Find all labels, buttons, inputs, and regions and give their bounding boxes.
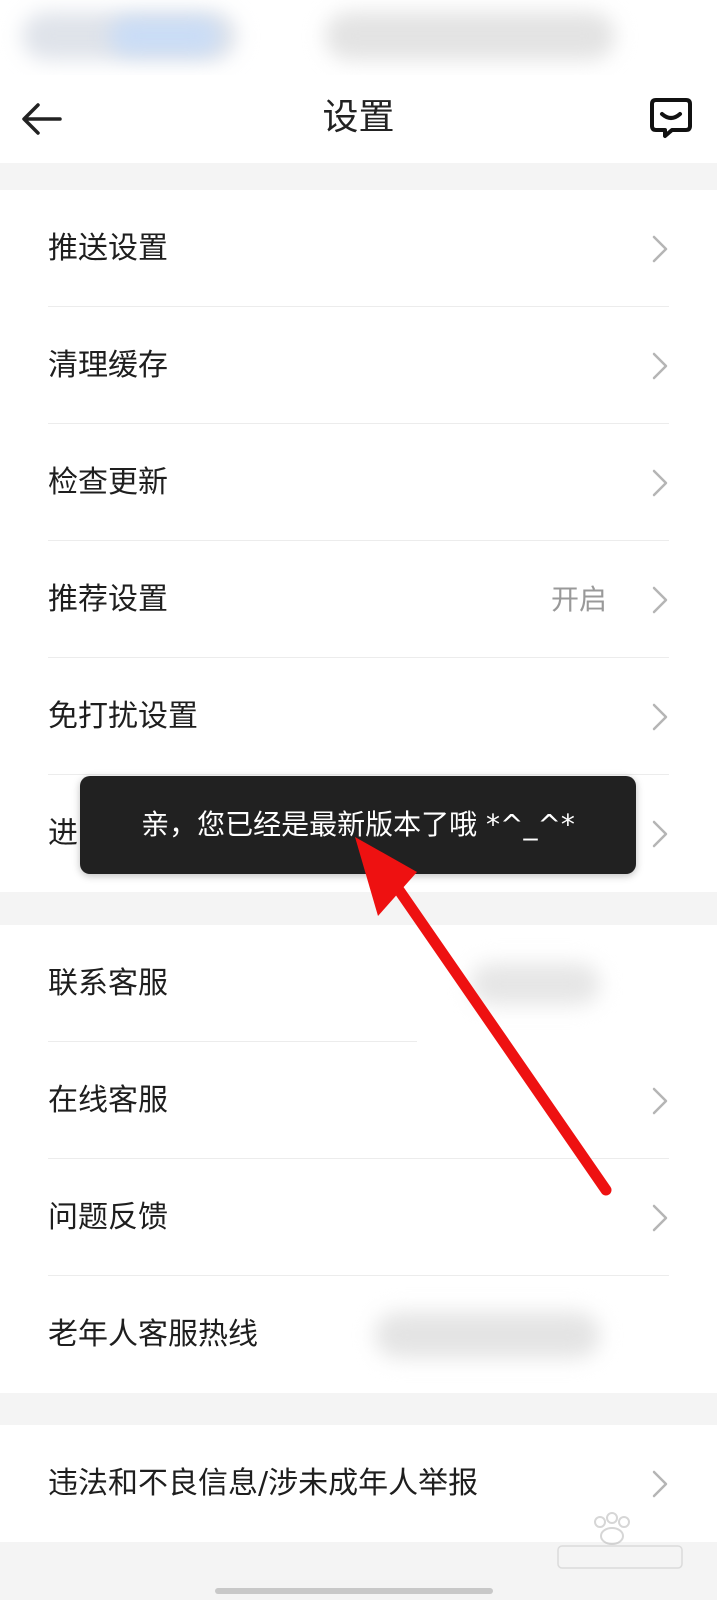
- chevron-right-icon: [652, 352, 668, 380]
- row-clear-cache[interactable]: 清理缓存: [0, 307, 717, 424]
- row-label: 违法和不良信息/涉未成年人举报: [48, 1466, 479, 1501]
- baidu-watermark-logo: [557, 1512, 683, 1569]
- row-label: 清理缓存: [48, 348, 168, 383]
- chevron-right-icon: [652, 820, 668, 848]
- row-label: 免打扰设置: [48, 699, 198, 734]
- chevron-right-icon: [652, 469, 668, 497]
- row-recommend-settings[interactable]: 推荐设置 开启: [0, 541, 717, 658]
- chevron-right-icon: [652, 1087, 668, 1115]
- chat-bubble-icon: [650, 98, 692, 138]
- row-value-status: 开启: [550, 583, 607, 616]
- page-title: 设置: [322, 97, 395, 138]
- chevron-right-icon: [652, 1204, 668, 1232]
- row-do-not-disturb[interactable]: 免打扰设置: [0, 658, 717, 775]
- navigation-bar: 设置: [0, 75, 717, 163]
- chevron-right-icon: [652, 235, 668, 263]
- row-feedback[interactable]: 问题反馈: [0, 1159, 717, 1276]
- toast-message: 亲，您已经是最新版本了哦 *^_^*: [80, 776, 636, 874]
- settings-group-support: 联系客服 在线客服 问题反馈 老年人客服热线: [0, 925, 717, 1393]
- row-online-service[interactable]: 在线客服: [0, 1042, 717, 1159]
- status-blur-right: [325, 12, 615, 60]
- chevron-right-icon: [652, 1470, 668, 1498]
- status-blur-left-accent: [110, 18, 220, 54]
- settings-screen: 设置 推送设置 清理缓存 检查更新 推荐设置 开启 免打扰设置 进 联系客服 在…: [0, 0, 717, 1600]
- row-label: 老年人客服热线: [48, 1317, 258, 1352]
- row-senior-hotline[interactable]: 老年人客服热线: [0, 1276, 717, 1393]
- row-label: 进: [48, 816, 78, 851]
- chevron-right-icon: [652, 586, 668, 614]
- status-bar: [0, 0, 717, 75]
- row-label: 推送设置: [48, 231, 168, 266]
- home-indicator[interactable]: [215, 1588, 493, 1594]
- row-push-settings[interactable]: 推送设置: [0, 190, 717, 307]
- row-label: 联系客服: [48, 966, 168, 1001]
- row-contact-service[interactable]: 联系客服: [0, 925, 717, 1042]
- chevron-right-icon: [652, 703, 668, 731]
- row-label: 在线客服: [48, 1083, 168, 1118]
- message-button[interactable]: [648, 95, 694, 141]
- blurred-hotline-number: [375, 1312, 600, 1358]
- row-check-update[interactable]: 检查更新: [0, 424, 717, 541]
- row-label: 推荐设置: [48, 582, 168, 617]
- row-label: 检查更新: [48, 465, 168, 500]
- blurred-phone-number: [470, 963, 600, 1005]
- row-label: 问题反馈: [48, 1200, 168, 1235]
